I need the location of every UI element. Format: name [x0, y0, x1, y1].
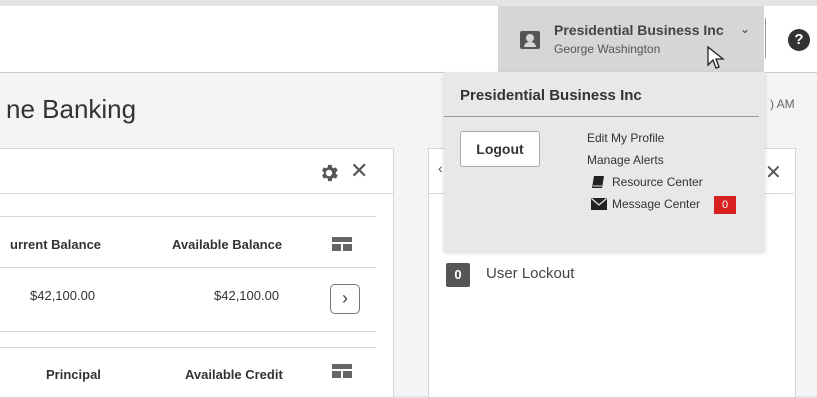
column-header-available-credit: Available Credit — [185, 367, 283, 382]
user-lockout-label[interactable]: User Lockout — [486, 265, 574, 282]
grid-icon[interactable] — [332, 364, 352, 378]
book-icon — [592, 176, 604, 188]
help-icon[interactable]: ? — [788, 29, 810, 51]
column-header-current-balance: urrent Balance — [10, 237, 102, 252]
gear-icon[interactable] — [318, 162, 340, 184]
table-divider — [0, 347, 376, 348]
company-name[interactable]: Presidential Business Inc — [554, 22, 724, 38]
column-header-available-balance: Available Balance — [172, 237, 283, 252]
dropdown-company-name: Presidential Business Inc — [460, 87, 642, 104]
current-balance-value: $42,100.00 — [30, 288, 96, 303]
table-divider — [0, 267, 376, 268]
message-count-badge: 0 — [714, 196, 736, 214]
available-balance-value: $42,100.00 — [214, 288, 280, 303]
dropdown-divider — [444, 116, 759, 117]
manage-alerts-link[interactable]: Manage Alerts — [587, 153, 664, 167]
table-divider — [0, 216, 376, 217]
panel-divider — [0, 193, 393, 194]
chevron-right-icon[interactable]: › — [330, 284, 360, 314]
user-card-icon — [520, 31, 540, 49]
close-icon[interactable]: ✕ — [765, 160, 782, 185]
close-icon[interactable]: ✕ — [350, 158, 368, 184]
chevron-down-icon[interactable]: ⌄ — [740, 22, 750, 36]
message-center-link[interactable]: Message Center — [612, 197, 700, 211]
chevron-left-icon[interactable]: ‹ — [438, 160, 443, 176]
cursor-icon — [707, 46, 725, 69]
accounts-panel — [0, 148, 394, 398]
logout-button[interactable]: Logout — [460, 131, 540, 167]
resource-center-link[interactable]: Resource Center — [612, 175, 703, 189]
column-header-principal: Principal — [46, 367, 101, 382]
header-divider — [765, 18, 766, 58]
table-divider — [0, 331, 376, 332]
edit-profile-link[interactable]: Edit My Profile — [587, 131, 664, 145]
user-name: George Washington — [554, 42, 661, 56]
lockout-count-badge: 0 — [446, 263, 470, 287]
page-title: ne Banking — [6, 94, 137, 124]
timestamp: ) AM — [770, 97, 795, 111]
mail-icon — [591, 198, 607, 210]
grid-icon[interactable] — [332, 237, 352, 251]
